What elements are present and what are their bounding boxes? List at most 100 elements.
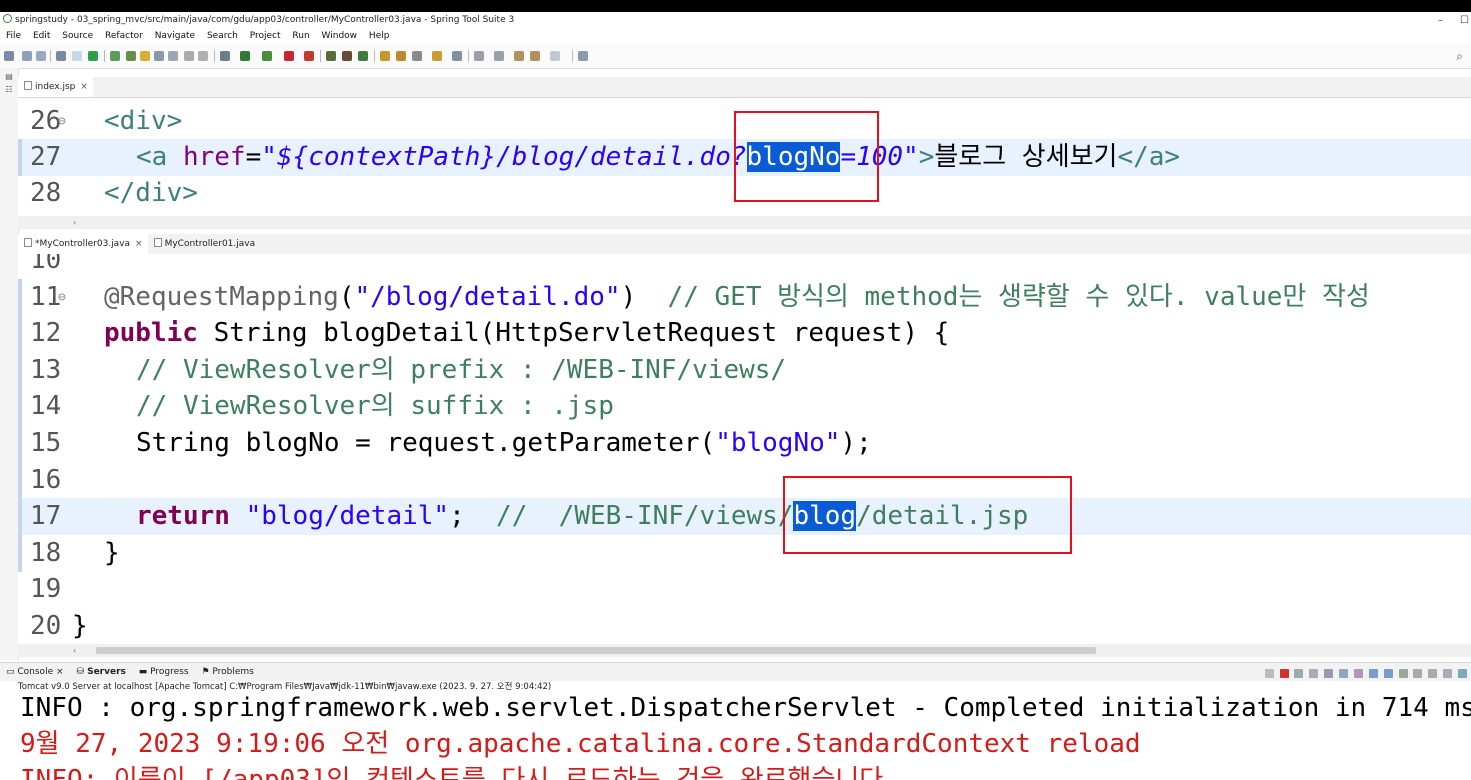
open-type-icon[interactable] (380, 51, 390, 61)
scroll-lock-icon[interactable] (1339, 669, 1348, 678)
change-marker (18, 425, 22, 462)
stop-icon[interactable] (1279, 669, 1289, 678)
menu-window[interactable]: Window (322, 31, 358, 41)
prev-annotation-icon[interactable] (494, 51, 504, 61)
tab-servers[interactable]: ⛁ Servers (70, 663, 129, 681)
remove-all-icon[interactable] (1309, 669, 1319, 678)
open-console-icon[interactable] (1428, 669, 1438, 678)
menu-file[interactable]: File (6, 31, 21, 41)
toggle-icon[interactable] (72, 51, 82, 61)
back-icon[interactable] (530, 51, 540, 61)
spring-boot-icon[interactable] (88, 51, 98, 61)
maximize-view-icon[interactable] (1458, 669, 1467, 678)
code-text: // ViewResolver의 prefix : /WEB-INF/views… (136, 352, 786, 389)
scroll-thumb[interactable] (96, 647, 1096, 654)
browser-icon[interactable] (452, 51, 462, 61)
minimize-view-icon[interactable] (1443, 669, 1453, 678)
coverage-icon[interactable] (262, 51, 272, 61)
remove-launch-icon[interactable] (1294, 669, 1304, 678)
display-console-icon[interactable] (1413, 669, 1423, 678)
line-number: 20 (30, 611, 62, 641)
code-token: } (72, 611, 88, 641)
menu-refactor[interactable]: Refactor (105, 31, 143, 41)
line-number: 10 (30, 254, 62, 275)
menu-source[interactable]: Source (62, 31, 93, 41)
whitespace-icon[interactable] (184, 51, 194, 61)
fold-icon[interactable]: ⊖ (58, 279, 66, 316)
clear-console-icon[interactable] (1324, 669, 1334, 678)
tab-index-jsp[interactable]: index.jsp × (18, 77, 93, 97)
save-all-icon[interactable] (36, 51, 46, 61)
code-line[interactable]: 12 public String blogDetail(HttpServletRe… (18, 315, 1471, 353)
pin-editor-icon[interactable] (578, 51, 588, 61)
run-icon[interactable] (240, 51, 250, 61)
refresh-icon[interactable] (110, 51, 120, 61)
menu-navigate[interactable]: Navigate (155, 31, 195, 41)
code-token: <a (136, 142, 183, 172)
code-line[interactable]: 11 ⊖ @RequestMapping("/blog/detail.do") //… (18, 278, 1471, 316)
code-line[interactable]: 14 // ViewResolver의 suffix : .jsp (18, 388, 1471, 426)
code-line[interactable]: 17 return "blog/detail"; // /WEB-INF/view… (18, 498, 1471, 536)
terminal-icon[interactable] (56, 51, 66, 61)
new-server-icon[interactable] (326, 51, 336, 61)
show-on-err-icon[interactable] (1383, 669, 1393, 678)
top-editor-hscroll[interactable]: ‹ (18, 216, 1471, 229)
external-tools-icon[interactable] (304, 51, 314, 61)
menu-project[interactable]: Project (250, 31, 281, 41)
block-icon[interactable] (168, 51, 178, 61)
code-token: ); (840, 428, 872, 458)
new-class-icon[interactable] (358, 51, 368, 61)
forward-icon[interactable] (550, 51, 560, 61)
highlight-icon[interactable] (140, 51, 150, 61)
menu-run[interactable]: Run (292, 31, 309, 41)
code-line[interactable]: 19 (18, 571, 1471, 608)
new-package-icon[interactable] (342, 51, 352, 61)
menu-edit[interactable]: Edit (33, 31, 50, 41)
close-icon[interactable]: × (56, 667, 64, 677)
pin-console-icon[interactable] (1398, 669, 1408, 678)
tab-mycontroller03[interactable]: *MyController03.java × (18, 234, 148, 254)
menu-help[interactable]: Help (369, 31, 390, 41)
search-icon[interactable]: ⌕ (1456, 49, 1463, 64)
code-line[interactable]: 10 (18, 254, 1471, 279)
close-icon[interactable]: × (80, 82, 88, 92)
mark-icon[interactable] (154, 51, 164, 61)
code-token: ) (620, 281, 668, 312)
open-resource-icon[interactable] (396, 51, 406, 61)
save-icon[interactable] (22, 51, 32, 61)
console-output[interactable]: INFO : org.springframework.web.servlet.D… (20, 690, 1471, 780)
bottom-editor-area[interactable]: 10 11 ⊖ @RequestMapping("/blog/detail.do") … (18, 254, 1471, 645)
code-line[interactable]: 18} (18, 534, 1471, 572)
fold-icon[interactable]: ⊖ (58, 103, 66, 140)
code-line[interactable]: 13 // ViewResolver의 prefix : /WEB-INF/vie… (18, 351, 1471, 389)
code-line[interactable]: 16 (18, 461, 1471, 499)
format-icon[interactable] (198, 51, 208, 61)
close-icon[interactable]: × (135, 239, 143, 249)
restore-button[interactable]: ☐ (1460, 12, 1469, 29)
terminate-icon[interactable] (1264, 669, 1274, 678)
tab-progress[interactable]: ▬ Progress (133, 663, 193, 681)
restore-view-icon[interactable]: ▤ (0, 72, 18, 81)
code-line[interactable]: 15 String blogNo = request.getParameter("… (18, 425, 1471, 462)
debug-icon[interactable] (220, 51, 230, 61)
menu-search[interactable]: Search (207, 31, 238, 41)
outline-view-icon[interactable]: ☷ (0, 85, 18, 94)
code-text: // ViewResolver의 suffix : .jsp (136, 388, 614, 425)
pin-icon[interactable] (126, 51, 136, 61)
code-token: "blogNo" (715, 428, 841, 458)
tab-problems[interactable]: ⚑ Problems (195, 663, 257, 681)
last-edit-icon[interactable] (514, 51, 524, 61)
tab-mycontroller01[interactable]: MyController01.java (148, 234, 261, 254)
bottom-editor-hscroll[interactable]: ‹ (18, 644, 1471, 657)
edit-icon[interactable] (412, 51, 422, 61)
new-icon[interactable] (4, 51, 14, 61)
word-wrap-icon[interactable] (1353, 669, 1363, 678)
folder-icon[interactable] (432, 51, 442, 61)
tab-console[interactable]: ▭ Console × (0, 663, 68, 681)
show-on-out-icon[interactable] (1368, 669, 1378, 678)
left-trim-bar: ▤ ☷ (0, 68, 19, 660)
next-annotation-icon[interactable] (474, 51, 484, 61)
minimize-button[interactable]: – (1438, 12, 1443, 29)
code-line[interactable]: 20} (18, 608, 1471, 645)
stop-icon[interactable] (284, 51, 294, 61)
